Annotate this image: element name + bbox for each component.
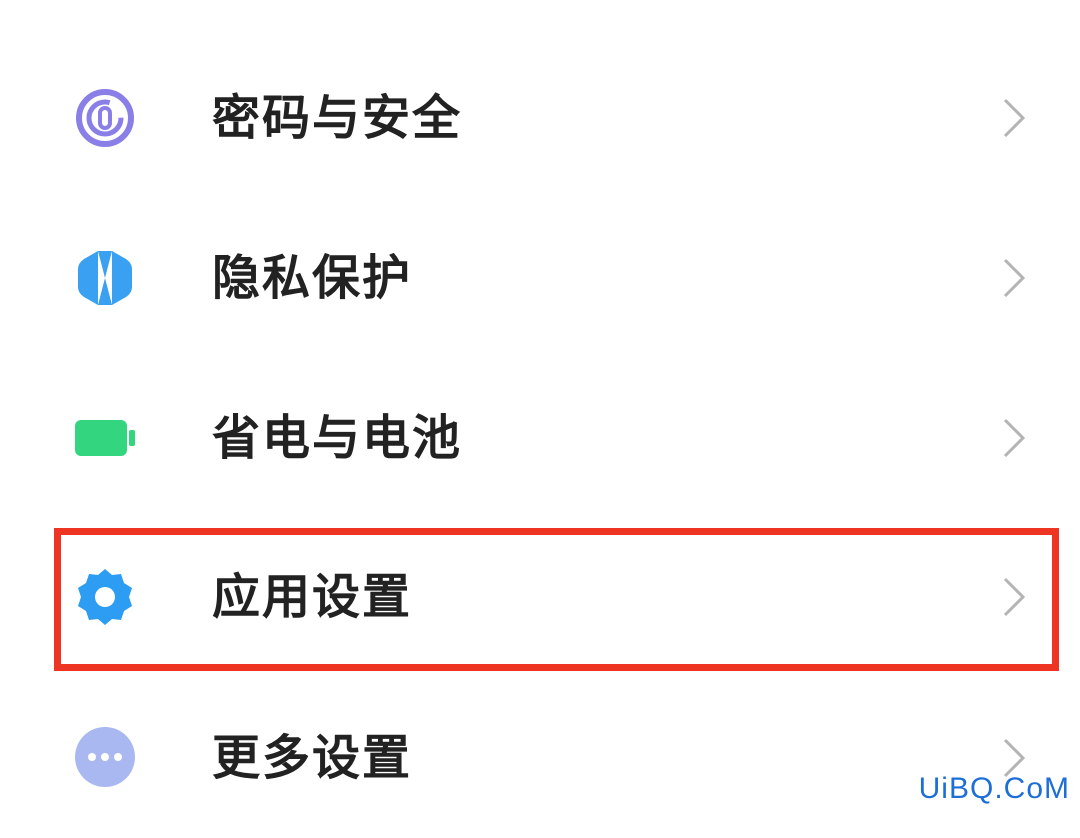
settings-item-password-security[interactable]: 密码与安全 [0, 38, 1080, 198]
watermark: UiBQ.CoM [918, 772, 1070, 805]
settings-item-label: 省电与电池 [212, 410, 463, 466]
settings-item-label: 应用设置 [212, 569, 413, 625]
chevron-right-icon [996, 416, 1032, 460]
settings-list: 密码与安全 隐私保护 省电与电池 应用设置 更多设置 [0, 0, 1080, 810]
settings-item-label: 隐私保护 [212, 250, 413, 306]
settings-item-app-settings[interactable]: 应用设置 [0, 518, 1080, 678]
settings-item-label: 密码与安全 [212, 90, 463, 146]
battery-icon [74, 407, 136, 469]
chevron-right-icon [996, 575, 1032, 619]
chevron-right-icon [996, 96, 1032, 140]
more-dots-icon [74, 726, 136, 788]
gear-icon [74, 566, 136, 628]
settings-item-label: 更多设置 [212, 730, 413, 786]
settings-item-privacy[interactable]: 隐私保护 [0, 198, 1080, 358]
settings-item-battery[interactable]: 省电与电池 [0, 358, 1080, 518]
chevron-right-icon [996, 256, 1032, 300]
settings-item-more-settings[interactable]: 更多设置 [0, 678, 1080, 838]
fingerprint-icon [74, 87, 136, 149]
shield-icon [74, 247, 136, 309]
